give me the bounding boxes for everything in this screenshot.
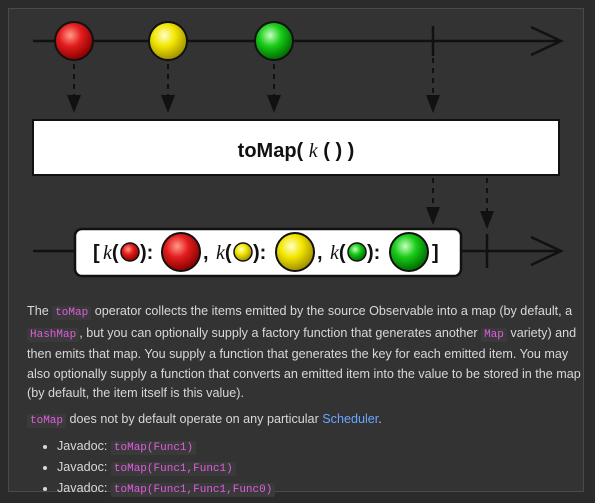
- map-close-bracket: ]: [432, 242, 439, 264]
- scheduler-paragraph: toMap does not by default operate on any…: [27, 410, 582, 432]
- javadoc-link[interactable]: toMap(Func1,Func1,Func0): [110, 483, 276, 497]
- scheduler-link[interactable]: Scheduler: [322, 412, 378, 426]
- arrowhead: [426, 207, 440, 225]
- javadoc-item: Javadoc: toMap(Func1): [57, 437, 582, 458]
- key-close-label: ):: [367, 242, 380, 264]
- content-panel: toMap( k ( ) ) [ k( ): , k( ): , k():]…: [8, 8, 584, 497]
- map-separator: ,: [317, 242, 323, 264]
- javadoc-item: Javadoc: toMap(Func1,Func1,Func0): [57, 479, 582, 500]
- javadoc-list: Javadoc: toMap(Func1) Javadoc: toMap(Fun…: [27, 437, 582, 500]
- arrowhead: [161, 95, 175, 113]
- description-paragraph: The toMap operator collects the items em…: [27, 304, 581, 400]
- description: The toMap operator collects the items em…: [27, 302, 582, 500]
- key-close-label: ):: [140, 242, 153, 264]
- inline-code: HashMap: [27, 327, 80, 342]
- inline-code: toMap: [52, 306, 92, 320]
- javadoc-item: Javadoc: toMap(Func1,Func1): [57, 458, 582, 479]
- red-marble: [54, 21, 94, 61]
- marble-diagram: toMap( k ( ) ) [ k( ): , k( ): , k():]: [32, 21, 564, 278]
- red-key-marble: [120, 242, 140, 262]
- key-fn-label: k(: [216, 242, 232, 264]
- red-value-marble: [161, 232, 201, 272]
- inline-code: Map: [481, 327, 507, 342]
- map-separator: ,: [203, 242, 209, 264]
- green-key-marble: [347, 242, 367, 262]
- source-timeline: [33, 25, 564, 57]
- yellow-value-marble: [275, 232, 315, 272]
- operator-label: toMap( k ( ) ): [238, 140, 355, 162]
- arrowhead: [426, 95, 440, 113]
- arrowhead: [480, 211, 494, 229]
- key-fn-label: k(: [103, 242, 119, 264]
- key-close-label: ):: [253, 242, 266, 264]
- emission-arrows: [73, 58, 434, 97]
- map-open-bracket: [: [93, 242, 100, 264]
- arrowhead: [67, 95, 81, 113]
- arrowhead: [267, 95, 281, 113]
- javadoc-link[interactable]: toMap(Func1,Func1): [110, 462, 236, 476]
- inline-code: toMap: [27, 413, 67, 428]
- javadoc-link[interactable]: toMap(Func1): [110, 441, 197, 455]
- yellow-key-marble: [233, 242, 253, 262]
- green-marble: [254, 21, 294, 61]
- key-fn-label: k(: [330, 242, 346, 264]
- green-value-marble: [389, 232, 429, 272]
- yellow-marble: [148, 21, 188, 61]
